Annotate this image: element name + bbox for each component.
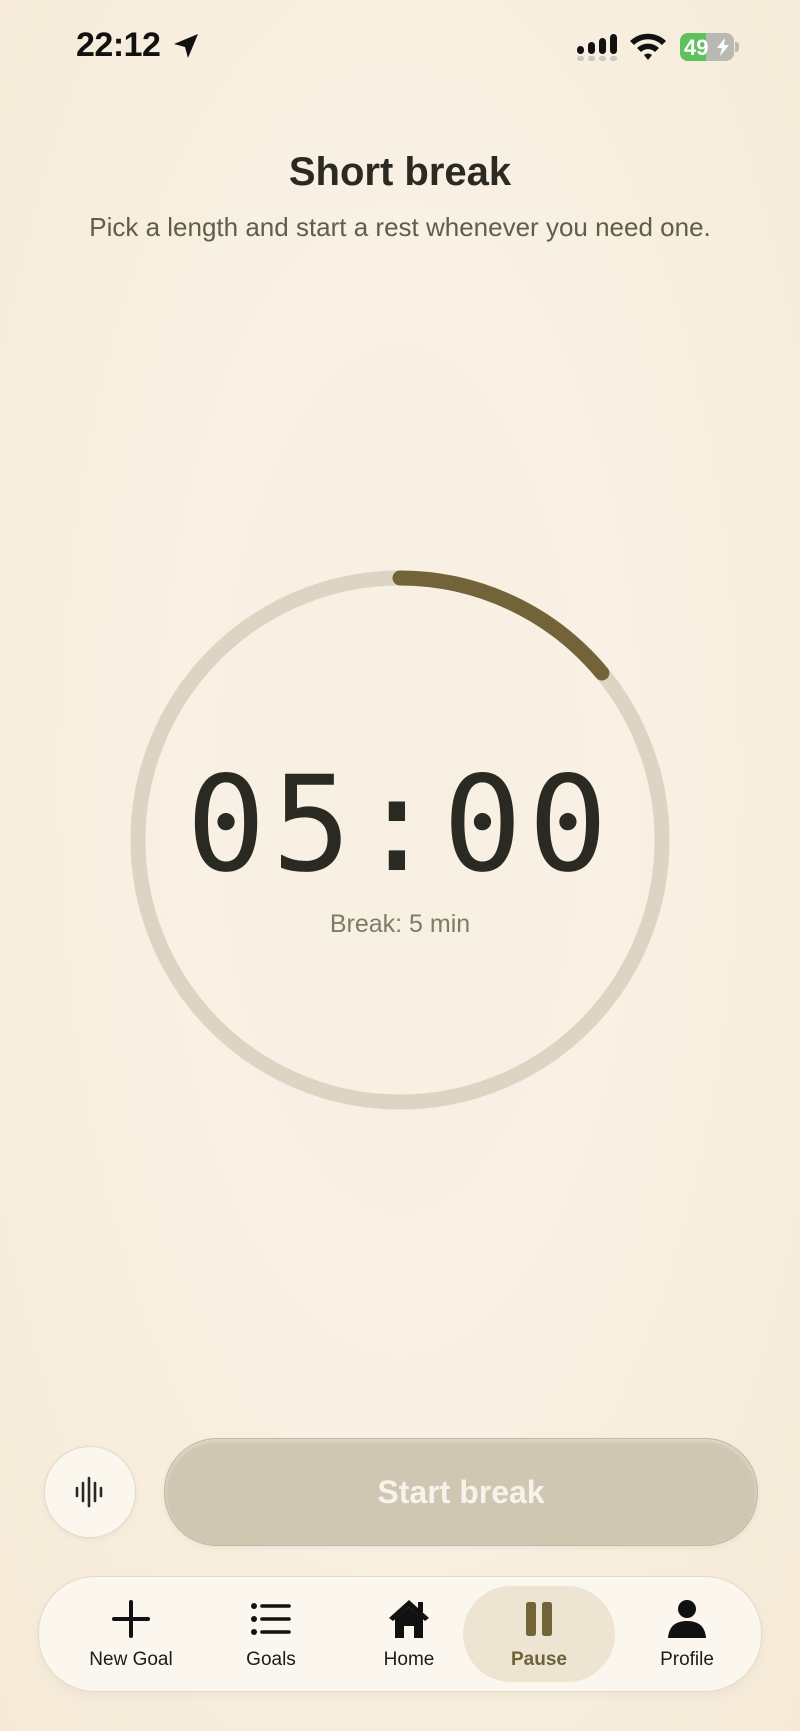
tab-bar: New Goal Goals Home Pause Profile [38,1576,762,1692]
status-time: 22:12 [76,26,161,64]
page-subtitle: Pick a length and start a rest whenever … [89,212,711,242]
tab-label: Home [383,1649,435,1670]
tab-profile[interactable]: Profile [627,1577,747,1691]
plus-icon [112,1600,150,1638]
tab-home[interactable]: Home [349,1577,469,1691]
page-title: Short break [288,150,512,194]
sound-button[interactable] [44,1446,136,1538]
start-break-button[interactable]: Start break [164,1438,758,1546]
tab-pause[interactable]: Pause [479,1577,599,1691]
break-length-label: Break: 5 min [329,910,471,938]
tab-label: New Goal [89,1649,173,1670]
tab-goals[interactable]: Goals [211,1577,331,1691]
home-icon [389,1600,429,1638]
battery-charging-icon: 49 [680,33,740,61]
timer-display: 05:00 [186,748,614,902]
list-icon [251,1603,291,1635]
sound-wave-icon [75,1476,103,1508]
tab-label: Profile [660,1649,714,1670]
person-icon [668,1600,706,1638]
cellular-signal-icon [577,34,617,61]
wifi-icon [630,33,666,60]
pause-icon [526,1602,552,1636]
tab-label: Pause [511,1649,567,1670]
tab-label: Goals [246,1649,296,1670]
location-arrow-icon [174,34,198,58]
battery-percentage: 49 [684,35,709,60]
tab-new-goal[interactable]: New Goal [71,1577,191,1691]
